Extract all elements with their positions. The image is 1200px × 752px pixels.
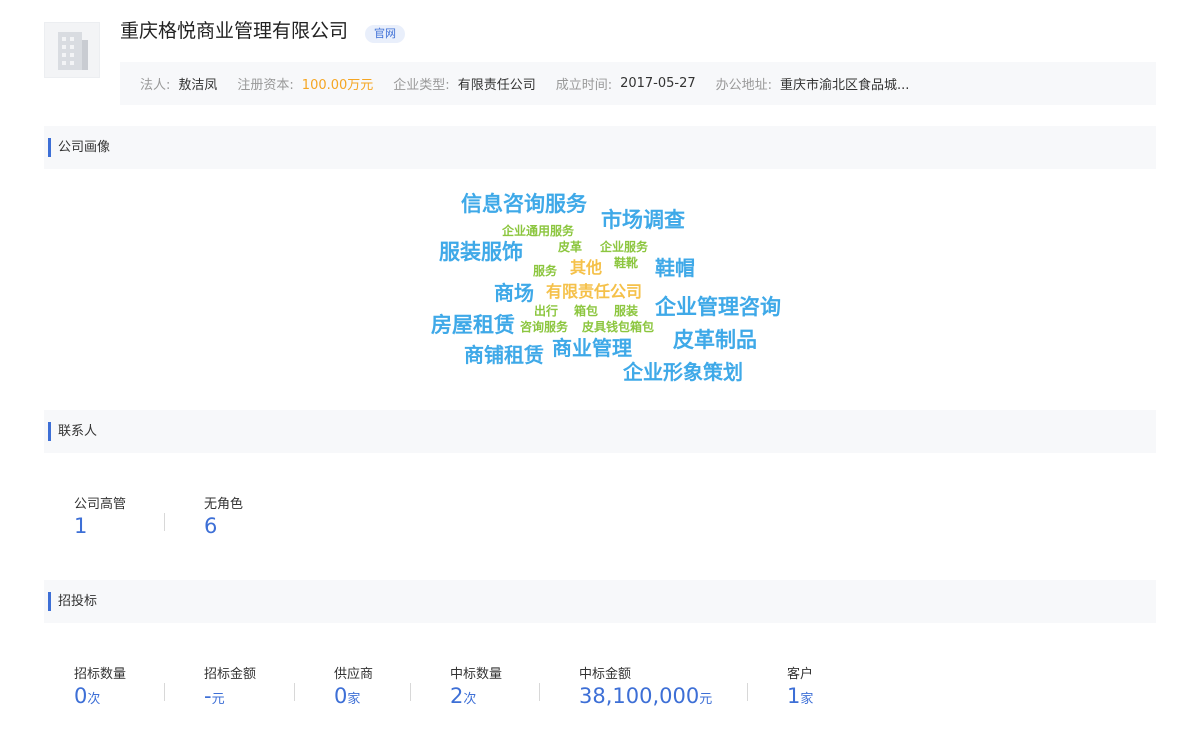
- stat-tender-count[interactable]: 招标数量 0次: [74, 663, 126, 708]
- word-cloud-term: 服装: [614, 304, 639, 318]
- stat-unit: 家: [347, 692, 361, 707]
- info-value: 敖洁凤: [178, 78, 218, 93]
- stat-value: -元: [204, 684, 256, 708]
- word-cloud-term: 鞋靴: [614, 256, 639, 270]
- stat-label: 无角色: [204, 497, 244, 512]
- stat-value: 0家: [334, 684, 373, 708]
- info-legal-person: 法人: 敖洁凤: [140, 74, 217, 93]
- stat-label: 招标金额: [204, 667, 257, 682]
- word-cloud-term: 皮革制品: [673, 328, 757, 352]
- word-cloud-term: 信息咨询服务: [461, 192, 587, 216]
- section-header-bidding: 招投标: [44, 580, 1156, 623]
- info-value: 有限责任公司: [457, 78, 536, 93]
- stat-won-amount[interactable]: 中标金额 38,100,000元: [579, 663, 712, 708]
- stat-tender-amount[interactable]: 招标金额 -元: [204, 663, 256, 708]
- stat-divider: [539, 683, 540, 701]
- stat-unit: 次: [463, 692, 477, 707]
- stat-value: 1家: [787, 684, 813, 708]
- stat-customers[interactable]: 客户 1家: [787, 663, 813, 708]
- stat-label: 供应商: [334, 667, 374, 682]
- word-cloud-term: 商业管理: [552, 336, 632, 360]
- word-cloud-term: 皮革: [558, 240, 583, 254]
- word-cloud-term: 箱包: [574, 304, 599, 318]
- stat-number: 0: [74, 684, 88, 708]
- bidding-stats: 招标数量 0次 招标金额 -元 供应商 0家 中标数量 2次 中标金额 38,1…: [44, 663, 1156, 723]
- word-cloud-term: 企业通用服务: [502, 224, 575, 238]
- info-company-type: 企业类型: 有限责任公司: [393, 74, 535, 93]
- info-label: 注册资本:: [237, 78, 294, 93]
- stat-divider: [164, 683, 165, 701]
- stat-value: 6: [204, 514, 243, 538]
- stat-no-role[interactable]: 无角色 6: [204, 493, 243, 538]
- stat-value: 2次: [450, 684, 502, 708]
- stat-value: 38,100,000元: [579, 684, 712, 708]
- stat-label: 客户: [787, 667, 814, 682]
- stat-number: 2: [450, 684, 464, 708]
- stat-number: -: [204, 684, 212, 708]
- stat-unit: 元: [211, 692, 225, 707]
- word-cloud-term: 商场: [494, 281, 534, 305]
- word-cloud-term: 商铺租赁: [464, 343, 544, 367]
- word-cloud-term: 企业形象策划: [623, 360, 743, 384]
- word-cloud-term: 咨询服务: [520, 320, 569, 334]
- word-cloud-term: 房屋租赁: [431, 313, 515, 337]
- word-cloud-term: 服务: [533, 264, 558, 278]
- info-value: 100.00万元: [301, 78, 374, 93]
- section-header-portrait: 公司画像: [44, 126, 1156, 169]
- stat-unit: 家: [800, 692, 814, 707]
- stat-number: 1: [74, 514, 88, 538]
- stat-number: 6: [204, 514, 218, 538]
- info-office-address: 办公地址: 重庆市渝北区食品城...: [716, 74, 910, 93]
- section-header-contacts: 联系人: [44, 410, 1156, 453]
- stat-divider: [164, 513, 165, 531]
- stat-unit: 元: [699, 692, 713, 707]
- info-label: 企业类型:: [393, 78, 450, 93]
- word-cloud-term: 市场调查: [601, 208, 685, 232]
- info-value: 2017-05-27: [620, 76, 696, 91]
- stat-value: 0次: [74, 684, 126, 708]
- stat-divider: [747, 683, 748, 701]
- word-cloud-term: 皮具钱包箱包: [582, 320, 655, 334]
- word-cloud-term: 其他: [570, 258, 603, 277]
- info-value: 重庆市渝北区食品城...: [780, 78, 910, 93]
- info-founded-date: 成立时间: 2017-05-27: [556, 74, 696, 93]
- building-icon: [58, 32, 88, 70]
- stat-divider: [294, 683, 295, 701]
- info-registered-capital: 注册资本: 100.00万元: [237, 74, 373, 93]
- stat-value: 1: [74, 514, 126, 538]
- info-label: 法人:: [140, 78, 171, 93]
- stat-unit: 次: [87, 692, 101, 707]
- stat-label: 中标金额: [579, 667, 632, 682]
- word-cloud: 信息咨询服务 市场调查 企业通用服务 服装服饰 皮革 企业服务 服务 其他 鞋靴…: [0, 170, 1200, 400]
- company-name: 重庆格悦商业管理有限公司: [120, 20, 349, 42]
- contacts-stats: 公司高管 1 无角色 6: [44, 493, 1156, 553]
- word-cloud-term: 服装服饰: [439, 240, 523, 264]
- stat-label: 公司高管: [74, 497, 127, 512]
- stat-suppliers[interactable]: 供应商 0家: [334, 663, 373, 708]
- official-site-badge[interactable]: 官网: [365, 25, 405, 43]
- stat-executives[interactable]: 公司高管 1: [74, 493, 126, 538]
- company-logo: [44, 22, 100, 78]
- info-label: 办公地址:: [715, 78, 773, 93]
- word-cloud-term: 企业管理咨询: [655, 295, 781, 319]
- word-cloud-term: 出行: [534, 304, 559, 318]
- word-cloud-term: 鞋帽: [655, 256, 695, 280]
- word-cloud-term: 企业服务: [600, 240, 649, 254]
- info-label: 成立时间:: [555, 78, 613, 93]
- stat-won-count[interactable]: 中标数量 2次: [450, 663, 502, 708]
- stat-divider: [410, 683, 411, 701]
- company-info-bar: 法人: 敖洁凤 注册资本: 100.00万元 企业类型: 有限责任公司 成立时间…: [120, 62, 1156, 105]
- stat-number: 0: [334, 684, 348, 708]
- stat-label: 中标数量: [450, 667, 503, 682]
- stat-label: 招标数量: [74, 667, 127, 682]
- stat-number: 1: [787, 684, 801, 708]
- word-cloud-term: 有限责任公司: [546, 282, 643, 301]
- stat-number: 38,100,000: [579, 684, 700, 708]
